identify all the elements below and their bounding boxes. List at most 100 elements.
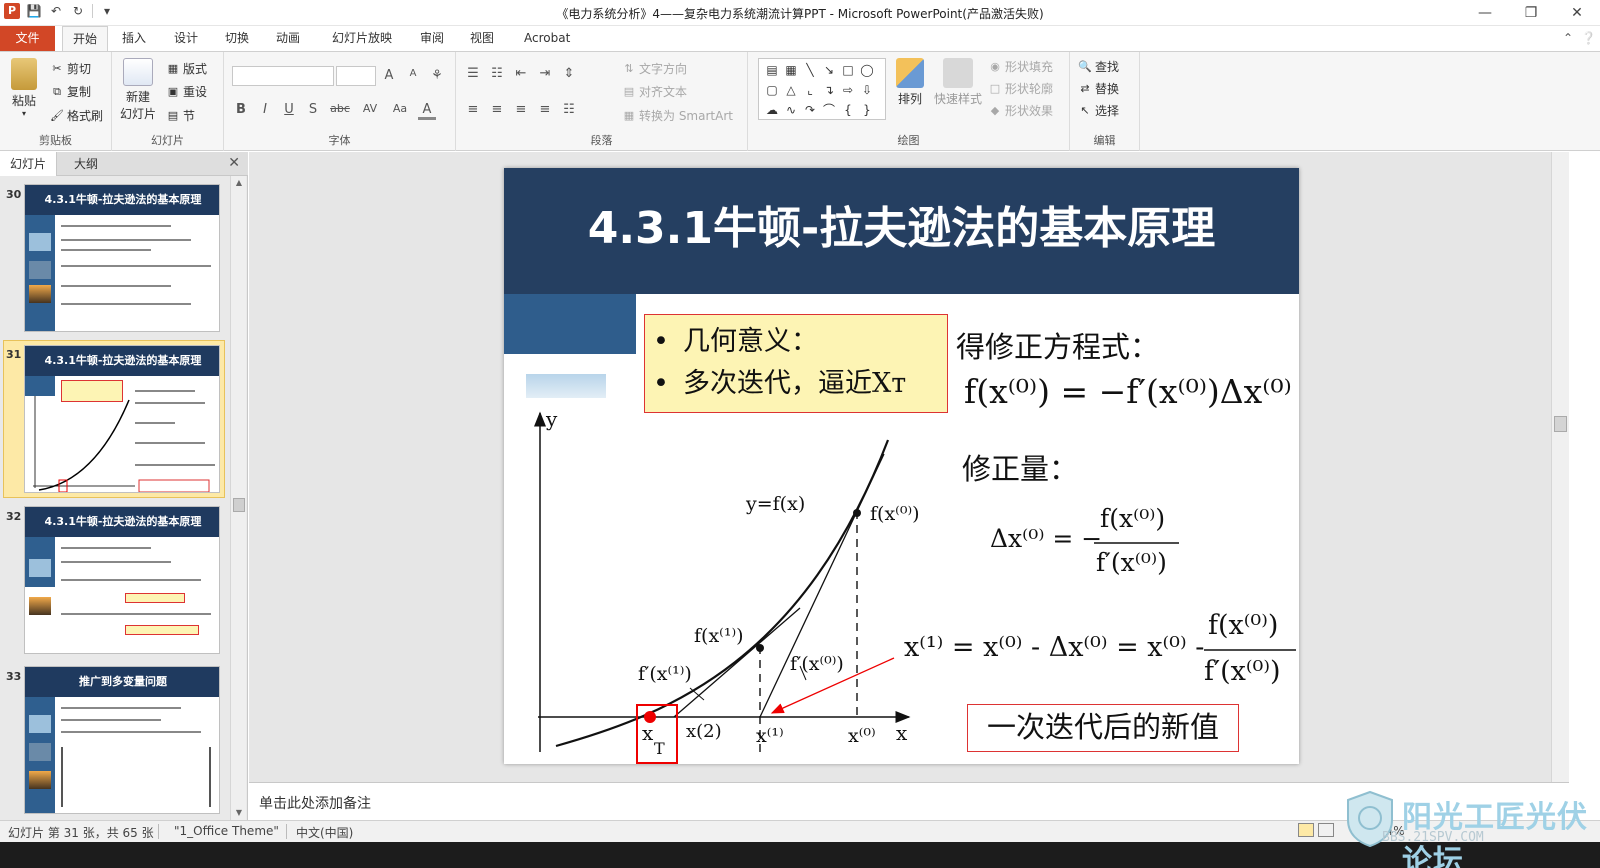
font-color-button[interactable]: A (418, 102, 436, 120)
textbox-v-shape-icon[interactable]: ▦ (782, 61, 800, 80)
normal-view-icon[interactable] (1298, 823, 1314, 837)
quick-styles-button[interactable]: 快速样式 (932, 58, 984, 107)
tab-review[interactable]: 审阅 (410, 26, 454, 51)
replace-button[interactable]: ⇄ 替换 (1078, 80, 1119, 97)
shape-effects-button[interactable]: ◆ 形状效果 (988, 102, 1053, 119)
down-arrow-shape-icon[interactable]: ⇩ (858, 81, 876, 100)
tab-animations[interactable]: 动画 (266, 26, 310, 51)
sorter-view-icon[interactable] (1318, 823, 1334, 837)
numbering-icon[interactable]: ☷ (488, 66, 506, 81)
minimize-icon[interactable]: — (1462, 0, 1508, 26)
align-right-icon[interactable]: ≡ (512, 102, 530, 117)
maximize-icon[interactable]: ❐ (1508, 0, 1554, 26)
shape-outline-button[interactable]: □ 形状轮廓 (988, 80, 1053, 97)
italic-button[interactable]: I (256, 102, 274, 120)
slide-thumbnail-31[interactable]: 4.3.1牛顿-拉夫逊法的基本原理 (24, 345, 220, 493)
corr-equation[interactable]: f(x⁽⁰⁾) = −f′(x⁽⁰⁾)Δx⁽⁰⁾ (964, 372, 1292, 411)
tab-slideshow[interactable]: 幻灯片放映 (322, 26, 402, 51)
arrow-line-shape-icon[interactable]: ↘ (820, 61, 838, 80)
language-indicator[interactable]: 中文(中国) (296, 824, 353, 841)
elbow-shape-icon[interactable]: ⌞ (801, 81, 819, 100)
clear-format-icon[interactable]: ⚘ (428, 68, 446, 83)
close-panel-icon[interactable]: ✕ (228, 155, 240, 171)
format-painter-button[interactable]: 🖌 格式刷 (50, 107, 103, 124)
current-slide[interactable]: 4.3.1牛顿-拉夫逊法的基本原理 • 几何意义： • 多次迭代，逼近Xт y … (504, 168, 1299, 764)
brace-right-shape-icon[interactable]: } (858, 101, 876, 120)
line-shape-icon[interactable]: ╲ (801, 61, 819, 80)
canvas-scrollbar[interactable] (1551, 152, 1569, 782)
arrange-button[interactable]: 排列 (890, 58, 930, 107)
rectangle-shape-icon[interactable]: □ (839, 61, 857, 80)
corr-amount-label[interactable]: 修正量： (962, 446, 1078, 488)
oval-shape-icon[interactable]: ◯ (858, 61, 876, 80)
new-value-box[interactable]: 一次迭代后的新值 (967, 704, 1239, 752)
bullets-icon[interactable]: ☰ (464, 66, 482, 81)
smartart-button[interactable]: ▦ 转换为 SmartArt (622, 107, 733, 124)
scroll-thumb[interactable] (233, 498, 245, 512)
paste-dropdown-icon[interactable]: ▾ (6, 109, 42, 118)
decrease-indent-icon[interactable]: ⇤ (512, 66, 530, 81)
rounded-rect-shape-icon[interactable]: ▢ (763, 81, 781, 100)
tab-design[interactable]: 设计 (164, 26, 208, 51)
iter-equation-lhs[interactable]: x⁽¹⁾ = x⁽⁰⁾ - Δx⁽⁰⁾ = x⁽⁰⁾ - (904, 632, 1204, 663)
justify-icon[interactable]: ≡ (536, 102, 554, 117)
scroll-up-icon[interactable]: ▲ (231, 176, 247, 190)
increase-indent-icon[interactable]: ⇥ (536, 66, 554, 81)
help-icon[interactable]: ❔ (1581, 31, 1596, 45)
slide-thumbnail-32[interactable]: 4.3.1牛顿-拉夫逊法的基本原理 (24, 506, 220, 654)
root-highlight-box[interactable] (636, 704, 678, 764)
align-text-button[interactable]: ▤ 对齐文本 (622, 83, 687, 100)
thumbnails-scrollbar[interactable]: ▲ ▼ (230, 176, 246, 820)
tab-outline[interactable]: 大纲 (64, 152, 108, 176)
new-slide-button[interactable]: 新建 幻灯片 (116, 58, 160, 122)
grow-font-button[interactable]: A (380, 68, 398, 83)
arc-shape-icon[interactable]: ⌒ (820, 101, 838, 120)
line-spacing-icon[interactable]: ⇕ (560, 66, 578, 81)
align-center-icon[interactable]: ≡ (488, 102, 506, 117)
close-icon[interactable]: ✕ (1554, 0, 1600, 26)
corr-eq-label[interactable]: 得修正方程式： (956, 324, 1159, 366)
font-family-select[interactable] (232, 66, 334, 86)
align-left-icon[interactable]: ≡ (464, 102, 482, 117)
shapes-gallery[interactable]: ▤ ▦ ╲ ↘ □ ◯ ▢ △ ⌞ ↴ ⇨ ⇩ ☁ ∿ ↷ ⌒{} (758, 58, 886, 120)
textbox-shape-icon[interactable]: ▤ (763, 61, 781, 80)
scroll-down-icon[interactable]: ▼ (231, 806, 247, 820)
select-button[interactable]: ↖ 选择 (1078, 102, 1119, 119)
underline-button[interactable]: U (280, 102, 298, 120)
char-spacing-button[interactable]: AV (358, 102, 382, 120)
tab-home[interactable]: 开始 (62, 26, 109, 52)
slide-thumbnail-33[interactable]: 推广到多变量问题 (24, 666, 220, 814)
collapse-ribbon-icon[interactable]: ⌃ (1563, 31, 1573, 45)
brace-left-shape-icon[interactable]: { (839, 101, 857, 120)
find-button[interactable]: 🔍 查找 (1078, 58, 1119, 75)
text-direction-button[interactable]: ⇅ 文字方向 (622, 60, 687, 77)
font-size-select[interactable] (336, 66, 376, 86)
strikethrough-button[interactable]: abc (328, 102, 352, 120)
tab-file[interactable]: 文件 (0, 26, 55, 51)
curved-arrow-shape-icon[interactable]: ↷ (801, 101, 819, 120)
shape-fill-button[interactable]: ◉ 形状填充 (988, 58, 1053, 75)
reset-button[interactable]: ▣ 重设 (166, 83, 207, 100)
bold-button[interactable]: B (232, 102, 250, 120)
cloud-shape-icon[interactable]: ☁ (763, 101, 781, 120)
tab-view[interactable]: 视图 (460, 26, 504, 51)
tab-transitions[interactable]: 切换 (215, 26, 259, 51)
cut-button[interactable]: ✂ 剪切 (50, 60, 91, 77)
canvas-scroll-thumb[interactable] (1554, 416, 1567, 432)
slide-thumbnail-30[interactable]: 4.3.1牛顿-拉夫逊法的基本原理 (24, 184, 220, 332)
copy-button[interactable]: ⧉ 复制 (50, 83, 91, 100)
section-button[interactable]: ▤ 节 (166, 107, 195, 124)
tab-insert[interactable]: 插入 (112, 26, 156, 51)
layout-button[interactable]: ▦ 版式 (166, 60, 207, 77)
right-arrow-shape-icon[interactable]: ⇨ (839, 81, 857, 100)
triangle-shape-icon[interactable]: △ (782, 81, 800, 100)
shrink-font-button[interactable]: A (404, 68, 422, 83)
tab-acrobat[interactable]: Acrobat (514, 26, 580, 51)
tab-slides[interactable]: 幻灯片 (0, 152, 58, 176)
notes-placeholder[interactable]: 单击此处添加备注 (259, 793, 371, 813)
connector-shape-icon[interactable]: ↴ (820, 81, 838, 100)
shadow-button[interactable]: S (304, 102, 322, 120)
corr-amount-lhs[interactable]: Δx⁽⁰⁾ = − (990, 524, 1102, 553)
paste-button[interactable]: 粘贴 ▾ (6, 58, 42, 118)
columns-icon[interactable]: ☷ (560, 102, 578, 117)
